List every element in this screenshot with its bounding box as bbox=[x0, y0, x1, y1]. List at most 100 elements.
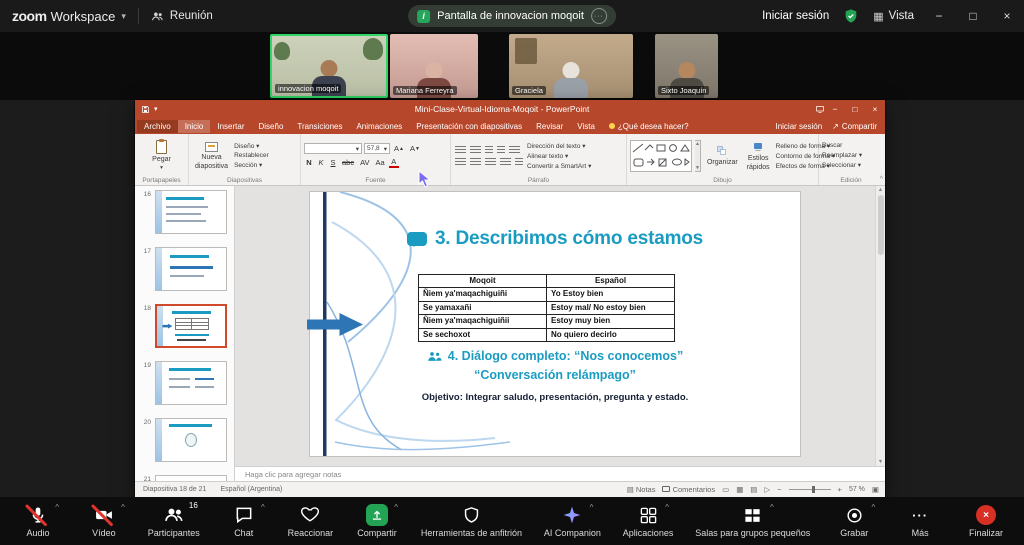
slide-thumbnail-20[interactable]: 20 bbox=[141, 418, 227, 462]
char-spacing-button[interactable]: AV bbox=[358, 157, 371, 168]
paste-button[interactable]: Pegar ▾ bbox=[149, 136, 174, 175]
share-screen-button[interactable]: ^ Compartir bbox=[355, 504, 399, 538]
video-tile-graciela[interactable]: Graciela bbox=[509, 34, 633, 98]
video-tile-mariana[interactable]: Mariana Ferreyra bbox=[390, 34, 478, 98]
tab-inicio[interactable]: Inicio bbox=[178, 120, 211, 133]
normal-view-button[interactable]: ▭ bbox=[722, 485, 729, 494]
font-color-button[interactable]: A bbox=[389, 157, 399, 168]
chat-button[interactable]: ^ Chat bbox=[222, 504, 266, 538]
workspace-menu[interactable]: zoom Workspace ▾ Reunión bbox=[0, 8, 213, 24]
tab-animaciones[interactable]: Animaciones bbox=[349, 120, 409, 133]
ribbon-display-icon[interactable] bbox=[815, 105, 825, 114]
comments-toggle[interactable]: Comentarios bbox=[662, 485, 715, 494]
numbering-button[interactable] bbox=[470, 146, 481, 154]
slide-thumbnail-18[interactable]: 18 bbox=[141, 304, 227, 348]
ppt-close-button[interactable]: × bbox=[865, 100, 885, 118]
scroll-up-icon[interactable]: ▲ bbox=[878, 187, 883, 193]
text-direction-button[interactable]: Dirección del texto ▾ bbox=[527, 142, 591, 150]
more-button[interactable]: ··· Más bbox=[898, 504, 942, 538]
slide-scrollbar[interactable]: ▲ ▼ bbox=[875, 186, 885, 466]
save-icon[interactable] bbox=[141, 105, 150, 114]
video-tile-sixto[interactable]: Sixto Joaquín bbox=[655, 34, 718, 98]
quick-access-chevron-icon[interactable]: ▾ bbox=[154, 105, 158, 113]
italic-button[interactable]: K bbox=[316, 157, 326, 168]
bold-button[interactable]: N bbox=[304, 157, 314, 168]
share-banner-more-button[interactable]: ··· bbox=[591, 8, 607, 24]
slide-thumbnail-17[interactable]: 17 bbox=[141, 247, 227, 291]
apps-chevron-icon[interactable]: ^ bbox=[665, 503, 669, 512]
change-case-button[interactable]: Aa bbox=[374, 157, 387, 168]
font-size-box[interactable]: 57,8▾ bbox=[364, 143, 390, 154]
ai-companion-button[interactable]: ^ AI Companion bbox=[544, 504, 601, 538]
quick-styles-button[interactable]: Estilos rápidos bbox=[744, 136, 773, 175]
find-button[interactable]: Buscar bbox=[822, 142, 862, 149]
align-text-button[interactable]: Alinear texto ▾ bbox=[527, 152, 591, 160]
bullets-button[interactable] bbox=[455, 146, 466, 154]
slideshow-button[interactable]: ▷ bbox=[764, 485, 770, 494]
security-shield-icon[interactable] bbox=[843, 8, 859, 24]
rooms-chevron-icon[interactable]: ^ bbox=[770, 503, 774, 512]
slide-thumbnail-16[interactable]: 16 bbox=[141, 190, 227, 234]
audio-button[interactable]: ^ Audio bbox=[16, 504, 60, 538]
select-button[interactable]: Seleccionar ▾ bbox=[822, 161, 862, 169]
audio-chevron-icon[interactable]: ^ bbox=[55, 503, 59, 512]
arrange-button[interactable]: Organizar bbox=[704, 136, 741, 175]
host-tools-button[interactable]: Herramientas de anfitrión bbox=[421, 504, 522, 538]
view-button[interactable]: ▦ Vista bbox=[873, 10, 914, 23]
ppt-minimize-button[interactable]: − bbox=[825, 100, 845, 118]
align-left-button[interactable] bbox=[455, 158, 466, 166]
minimize-button[interactable]: − bbox=[922, 0, 956, 32]
reset-button[interactable]: Restablecer bbox=[234, 152, 269, 159]
tab-insertar[interactable]: Insertar bbox=[210, 120, 251, 133]
grow-font-button[interactable]: A▲ bbox=[392, 143, 406, 154]
zoom-level[interactable]: 57 % bbox=[849, 486, 865, 493]
align-center-button[interactable] bbox=[470, 158, 481, 166]
record-chevron-icon[interactable]: ^ bbox=[871, 503, 875, 512]
scrollbar-thumb[interactable] bbox=[878, 195, 884, 255]
breakout-rooms-button[interactable]: ^ Salas para grupos pequeños bbox=[695, 504, 810, 538]
zoom-in-button[interactable]: + bbox=[838, 485, 842, 494]
end-meeting-button[interactable]: × Finalizar bbox=[964, 504, 1008, 538]
align-right-button[interactable] bbox=[485, 158, 496, 166]
ppt-share-button[interactable]: ↗ Compartir bbox=[832, 122, 877, 131]
close-button[interactable]: × bbox=[990, 0, 1024, 32]
maximize-button[interactable]: □ bbox=[956, 0, 990, 32]
tab-tell-me[interactable]: ¿Qué desea hacer? bbox=[602, 120, 696, 133]
font-name-box[interactable]: ▾ bbox=[304, 143, 362, 154]
share-chevron-icon[interactable]: ^ bbox=[394, 503, 398, 512]
reading-view-button[interactable]: ▤ bbox=[750, 485, 757, 494]
zoom-slider-knob[interactable] bbox=[812, 486, 815, 493]
decrease-indent-button[interactable] bbox=[485, 146, 493, 154]
notes-toggle[interactable]: ▤ Notas bbox=[627, 485, 656, 494]
video-tile-innovacion-moqoit[interactable]: innovacion moqoit bbox=[270, 34, 388, 98]
meeting-tab[interactable]: Reunión bbox=[151, 10, 213, 23]
video-chevron-icon[interactable]: ^ bbox=[121, 503, 125, 512]
slide-thumbnail-19[interactable]: 19 bbox=[141, 361, 227, 405]
new-slide-button[interactable]: Nueva diapositiva bbox=[192, 136, 231, 175]
columns-button[interactable] bbox=[515, 158, 523, 166]
chat-chevron-icon[interactable]: ^ bbox=[261, 503, 265, 512]
layout-button[interactable]: Diseño ▾ bbox=[234, 142, 269, 150]
tab-vista[interactable]: Vista bbox=[570, 120, 602, 133]
justify-button[interactable] bbox=[500, 158, 511, 166]
current-slide[interactable]: 3. Describimos cómo estamos Moqoit Españ… bbox=[310, 192, 800, 456]
smartart-button[interactable]: Convertir a SmartArt ▾ bbox=[527, 162, 591, 170]
tab-archivo[interactable]: Archivo bbox=[137, 120, 178, 133]
video-button[interactable]: ^ Vídeo bbox=[82, 504, 126, 538]
tab-presentacion[interactable]: Presentación con diapositivas bbox=[409, 120, 529, 133]
react-button[interactable]: Reaccionar bbox=[288, 504, 334, 538]
shapes-gallery[interactable] bbox=[630, 140, 692, 172]
chevron-down-icon[interactable]: ▾ bbox=[121, 11, 126, 22]
scroll-down-icon[interactable]: ▼ bbox=[878, 459, 883, 465]
tab-transiciones[interactable]: Transiciones bbox=[290, 120, 349, 133]
notes-pane[interactable]: Haga clic para agregar notas bbox=[235, 466, 885, 481]
strikethrough-button[interactable]: abc bbox=[340, 157, 356, 168]
tab-diseno[interactable]: Diseño bbox=[252, 120, 291, 133]
language-indicator[interactable]: Español (Argentina) bbox=[220, 486, 282, 493]
zoom-slider[interactable] bbox=[789, 489, 831, 490]
line-spacing-button[interactable] bbox=[509, 146, 520, 154]
increase-indent-button[interactable] bbox=[497, 146, 505, 154]
replace-button[interactable]: Reemplazar ▾ bbox=[822, 151, 862, 159]
underline-button[interactable]: S bbox=[328, 157, 338, 168]
record-button[interactable]: ^ Grabar bbox=[832, 504, 876, 538]
